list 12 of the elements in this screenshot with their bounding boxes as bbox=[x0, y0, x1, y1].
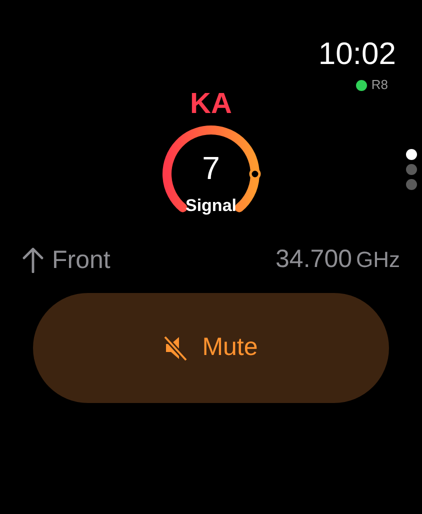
gauge-thumb bbox=[249, 168, 261, 180]
device-label: R8 bbox=[371, 78, 388, 92]
band-label: KA bbox=[190, 88, 232, 120]
up-arrow-icon bbox=[22, 246, 44, 272]
frequency-unit: GHz bbox=[356, 246, 400, 274]
mute-button[interactable]: Mute bbox=[33, 293, 389, 403]
direction-label: Front bbox=[52, 244, 110, 274]
signal-label: Signal bbox=[184, 196, 238, 216]
signal-value: 7 bbox=[201, 150, 221, 186]
frequency-value: 34.700 bbox=[276, 244, 352, 274]
clock-time: 10:02 bbox=[318, 36, 396, 72]
muted-speaker-icon bbox=[164, 335, 188, 361]
